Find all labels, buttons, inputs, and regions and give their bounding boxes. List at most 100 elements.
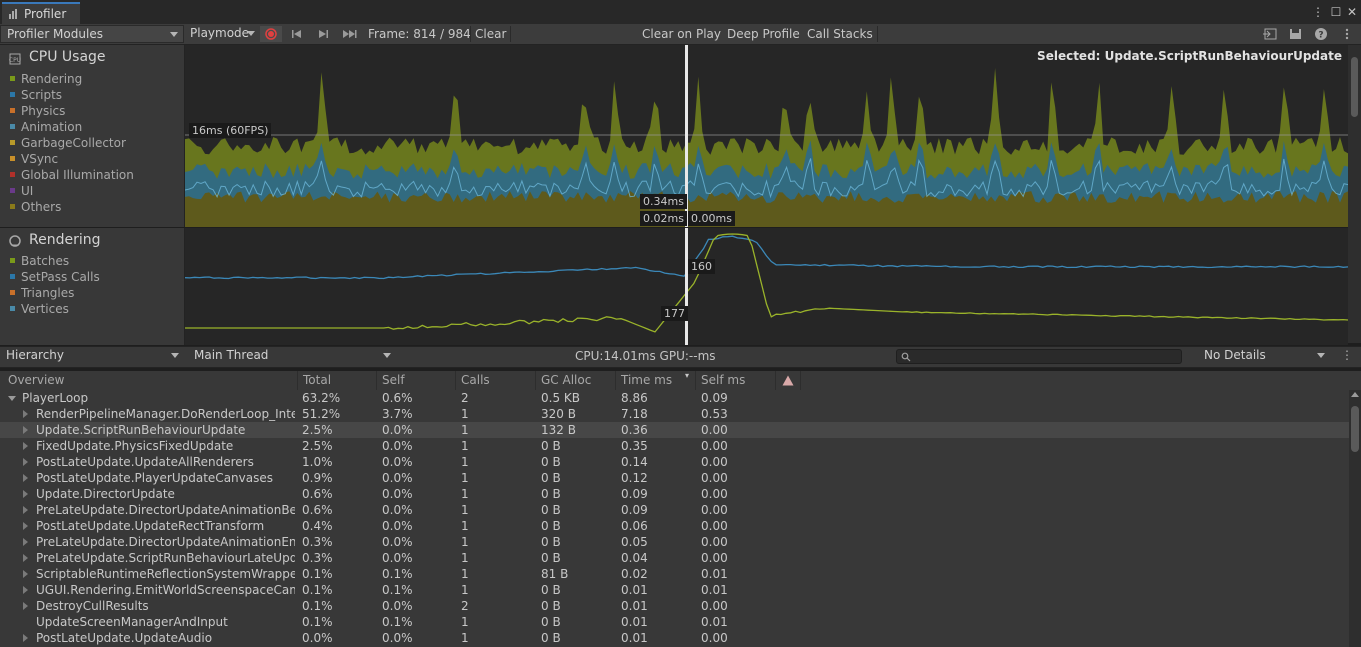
expand-right-icon[interactable] [23,586,28,594]
deep-profile-button[interactable]: Deep Profile [723,25,804,43]
help-button[interactable]: ? [1310,26,1332,42]
clear-button[interactable]: Clear [471,25,510,43]
expand-right-icon[interactable] [23,538,28,546]
legend-item[interactable]: GarbageCollector [0,135,206,151]
legend-item[interactable]: VSync [0,151,206,167]
expand-right-icon[interactable] [23,490,28,498]
close-icon[interactable]: ✕ [1344,4,1360,20]
cpu-usage-title: CPU Usage [29,49,106,65]
options-menu-button[interactable] [1336,26,1358,42]
table-row[interactable]: PostLateUpdate.UpdateAudio 0.0% 0.0% 1 0 B 0.… [0,630,1349,646]
column-gc-alloc[interactable]: GC Alloc [536,371,616,390]
table-row[interactable]: PostLateUpdate.UpdateAllRenderers 1.0% 0.0… [0,454,1349,470]
expand-right-icon[interactable] [23,602,28,610]
profiler-modules-dropdown[interactable]: Profiler Modules [0,25,184,43]
details-dropdown[interactable]: No Details [1198,347,1330,365]
table-row[interactable]: PlayerLoop 63.2% 0.6% 2 0.5 KB 8.86 0.09 [0,390,1349,406]
table-row[interactable]: DestroyCullResults 0.1% 0.0% 2 0 B 0.01 0.00 [0,598,1349,614]
expand-right-icon[interactable] [23,474,28,482]
column-self-ms[interactable]: Self ms [696,371,776,390]
rendering-graph[interactable]: 160 177 [184,228,1349,345]
thread-dropdown[interactable]: Main Thread [188,347,396,365]
row-name: FixedUpdate.PhysicsFixedUpdate [36,439,234,453]
maximize-icon[interactable]: ☐ [1328,4,1344,20]
scroll-up-icon[interactable] [1351,392,1359,397]
legend-item[interactable]: Rendering [0,71,206,87]
column-total[interactable]: Total [298,371,377,390]
expand-down-icon[interactable] [8,396,16,401]
legend-item[interactable]: Global Illumination [0,167,206,183]
last-frame-button[interactable] [338,26,360,42]
table-row[interactable]: PostLateUpdate.PlayerUpdateCanvases 0.9% 0… [0,470,1349,486]
legend-label: Scripts [21,88,63,102]
table-row[interactable]: ScriptableRuntimeReflectionSystemWrapper… [0,566,1349,582]
clear-on-play-button[interactable]: Clear on Play [638,25,725,43]
table-row[interactable]: PostLateUpdate.UpdateRectTransform 0.4% 0.… [0,518,1349,534]
search-input[interactable] [896,349,1182,364]
legend-item[interactable]: Animation [0,119,206,135]
legend-item[interactable]: Others [0,199,206,215]
profiler-tab[interactable]: Profiler [2,2,80,24]
search-icon [901,352,911,362]
save-button[interactable] [1285,26,1307,42]
cell-gc: 320 B [541,407,576,421]
cpu-usage-graph[interactable]: Selected: Update.ScriptRunBehaviourUpdat… [184,45,1349,227]
rendering-module-panel[interactable]: Rendering Batches SetPass Calls Triangles V… [0,228,200,345]
expand-right-icon[interactable] [23,426,28,434]
cpu-icon: CPU [9,53,21,65]
cell-time: 0.36 [621,423,648,437]
column-time-ms[interactable]: Time ms ▾ [616,371,696,390]
legend-item[interactable]: SetPass Calls [0,269,206,285]
load-button[interactable] [1260,26,1282,42]
cell-calls: 1 [461,615,469,629]
view-mode-dropdown[interactable]: Hierarchy [0,347,184,365]
column-calls[interactable]: Calls [456,371,536,390]
modules-scrollbar[interactable] [1348,45,1361,343]
playmode-dropdown[interactable]: Playmode [184,25,260,43]
first-frame-button[interactable] [286,26,308,42]
expand-right-icon[interactable] [23,410,28,418]
legend-item[interactable]: Physics [0,103,206,119]
legend-item[interactable]: UI [0,183,206,199]
legend-item[interactable]: Batches [0,253,206,269]
expand-right-icon[interactable] [23,442,28,450]
warning-column[interactable] [776,371,801,390]
expand-right-icon[interactable] [23,554,28,562]
legend-item[interactable]: Scripts [0,87,206,103]
row-name: PostLateUpdate.UpdateAudio [36,631,213,645]
table-row[interactable]: Update.DirectorUpdate 0.6% 0.0% 1 0 B 0.09 0.0… [0,486,1349,502]
table-row[interactable]: UGUI.Rendering.EmitWorldScreenspaceCamer… [0,582,1349,598]
kebab-menu-icon[interactable]: ⋮ [1310,4,1326,20]
table-row[interactable]: PreLateUpdate.ScriptRunBehaviourLateUpda… [0,550,1349,566]
call-stacks-button[interactable]: Call Stacks [803,25,877,43]
kebab-menu-icon[interactable]: ⋮ [1341,348,1353,362]
legend-item[interactable]: Triangles [0,285,206,301]
table-row[interactable]: UpdateScreenManagerAndInput 0.1% 0.1% 1 0 B 0… [0,614,1349,630]
legend-swatch [10,172,15,177]
column-overview[interactable]: Overview [3,371,298,390]
cell-time: 0.01 [621,583,648,597]
tab-title: Profiler [24,7,67,21]
next-frame-button[interactable] [312,26,334,42]
table-row[interactable]: FixedUpdate.PhysicsFixedUpdate 2.5% 0.0% 1 0… [0,438,1349,454]
cell-calls: 1 [461,503,469,517]
rendering-title: Rendering [29,232,101,248]
legend-item[interactable]: Vertices [0,301,206,317]
expand-right-icon[interactable] [23,522,28,530]
scrollbar-thumb[interactable] [1351,57,1358,117]
frame-selection-line[interactable] [685,228,688,345]
legend-swatch [10,188,15,193]
expand-right-icon[interactable] [23,458,28,466]
table-row[interactable]: Update.ScriptRunBehaviourUpdate 2.5% 0.0% 1… [0,422,1349,438]
cpu-usage-module-panel[interactable]: CPU CPU Usage Rendering Scripts Physics Ani… [0,45,200,227]
record-button[interactable] [260,26,282,42]
column-self[interactable]: Self [377,371,456,390]
expand-right-icon[interactable] [23,570,28,578]
table-row[interactable]: PreLateUpdate.DirectorUpdateAnimationBeg… [0,502,1349,518]
expand-right-icon[interactable] [23,506,28,514]
table-row[interactable]: RenderPipelineManager.DoRenderLoop_Inter… [0,406,1349,422]
table-row[interactable]: PreLateUpdate.DirectorUpdateAnimationEnd… [0,534,1349,550]
expand-right-icon[interactable] [23,634,28,642]
cell-self: 0.0% [382,599,413,613]
scrollbar-thumb[interactable] [1351,406,1359,452]
